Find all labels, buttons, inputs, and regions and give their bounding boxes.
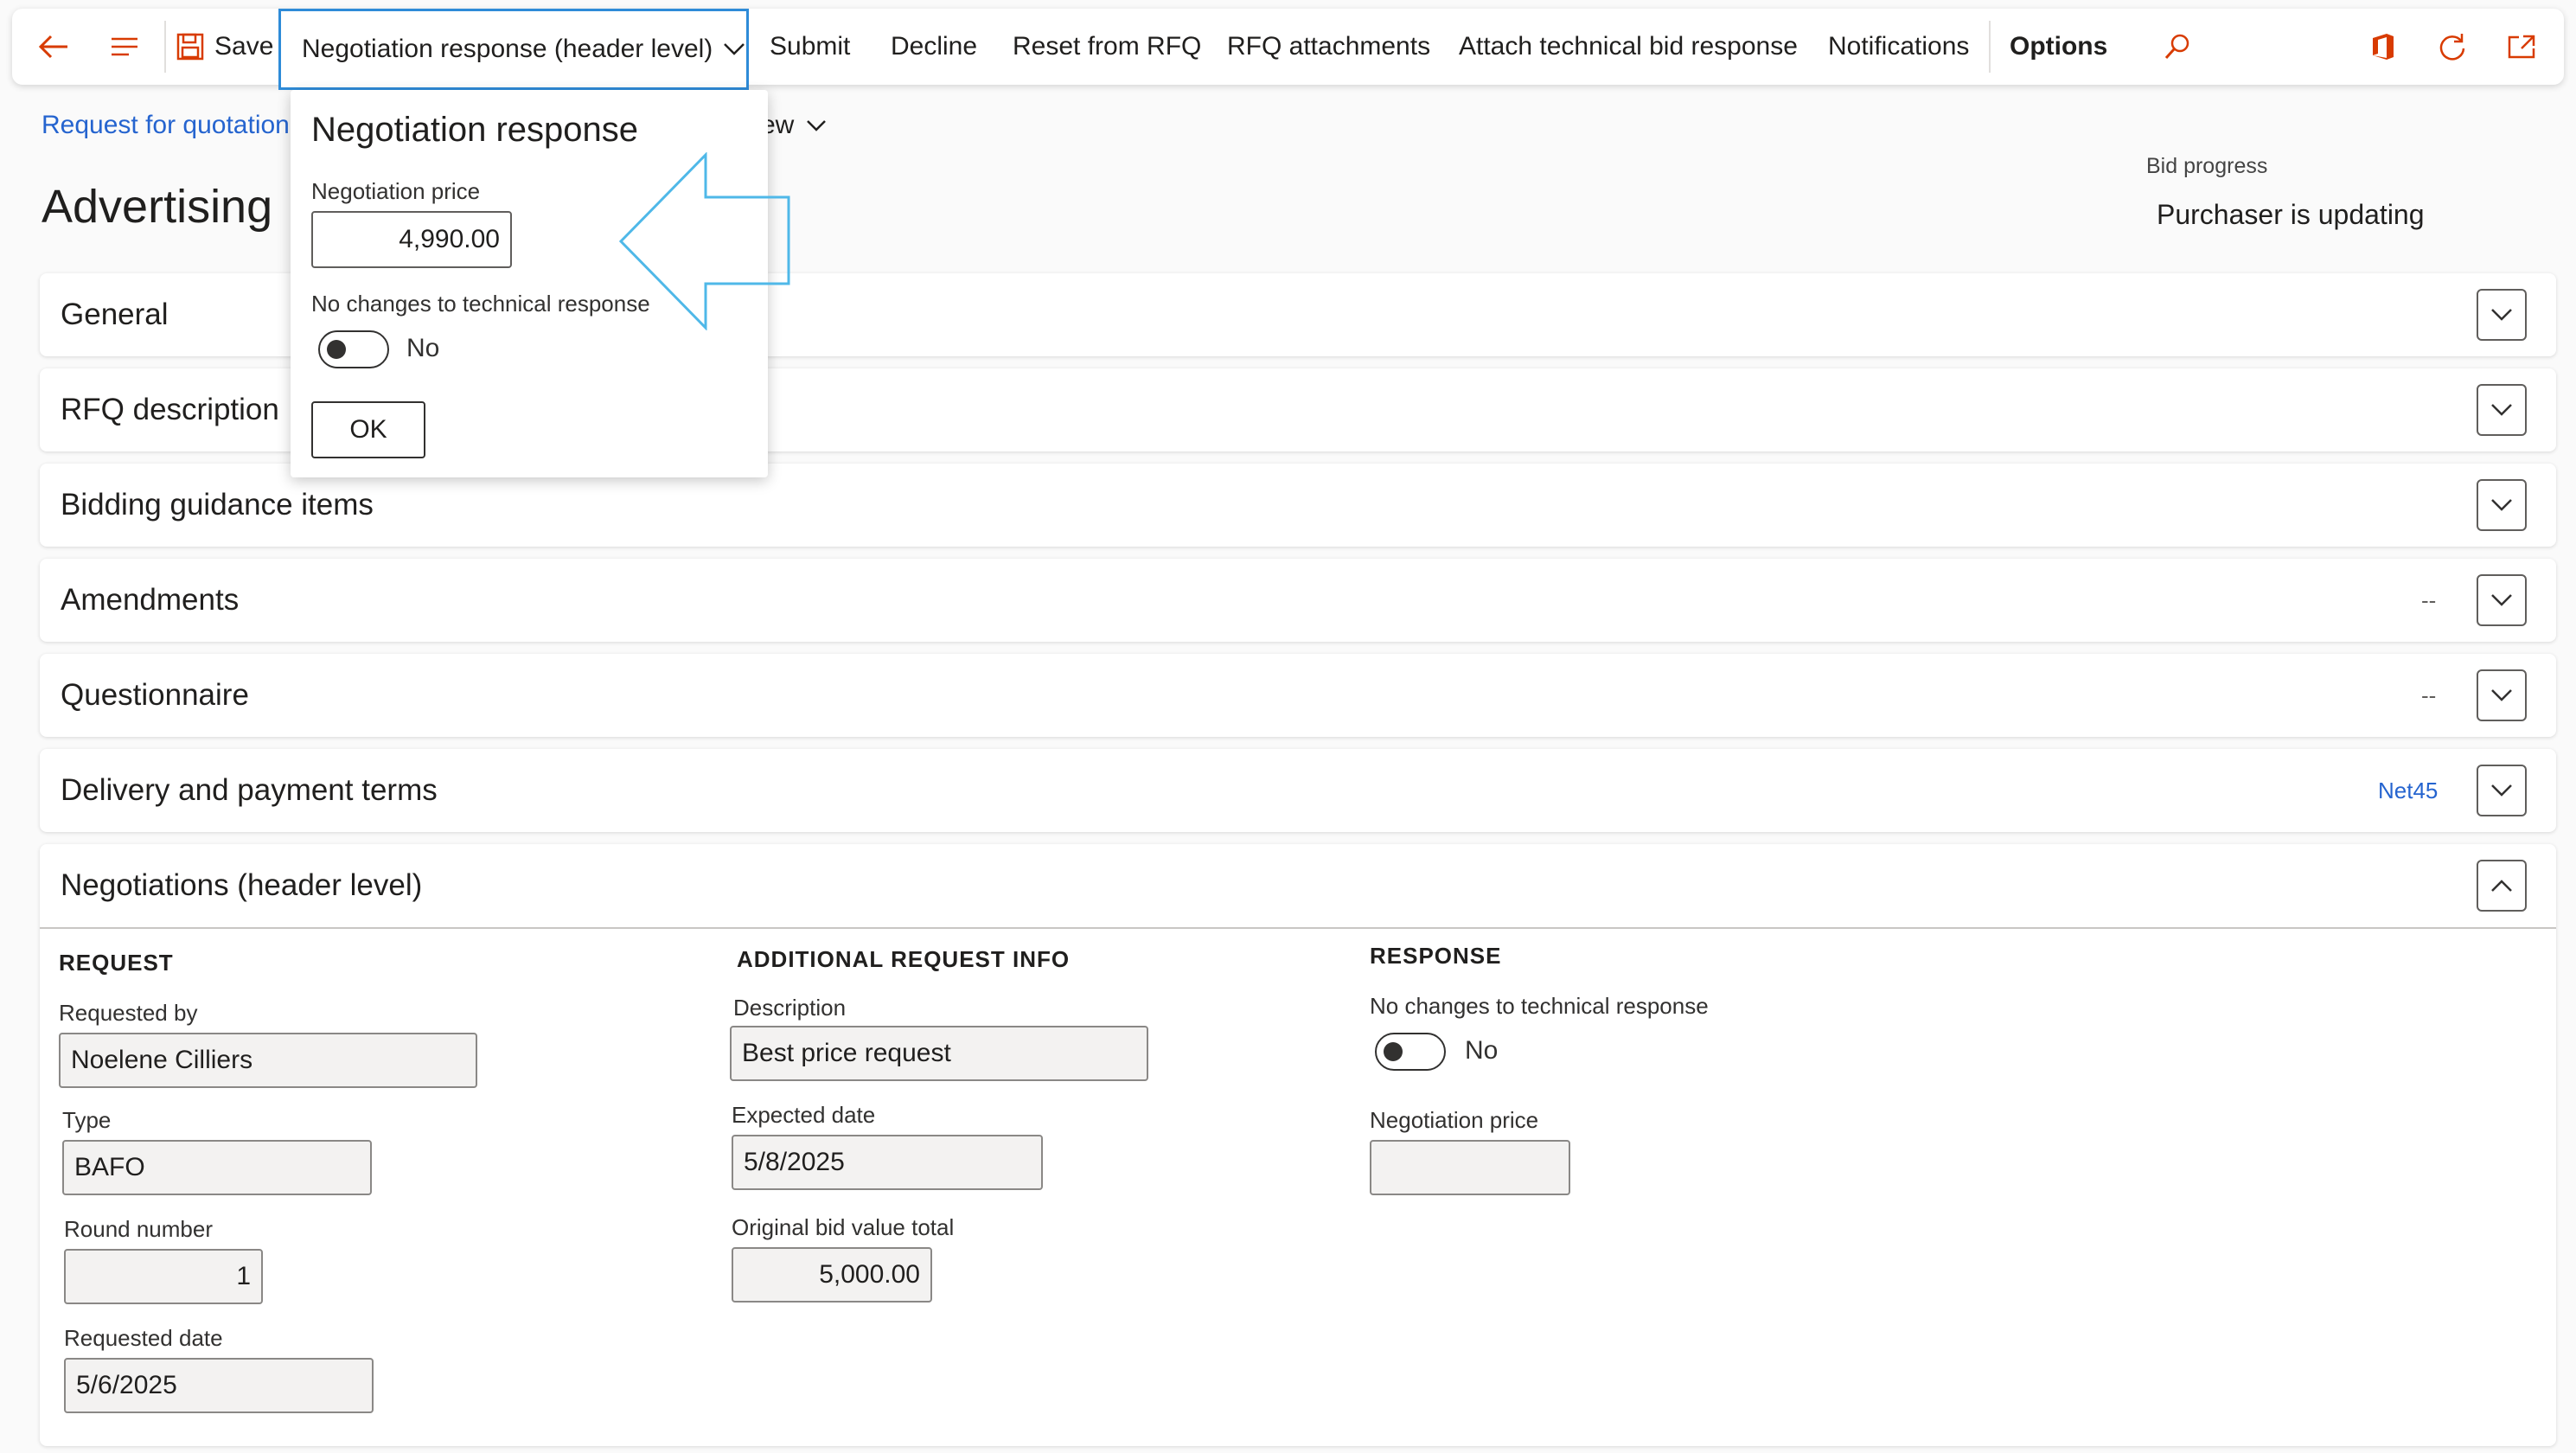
breadcrumb-link[interactable]: Request for quotation [42, 111, 290, 140]
view-menu-button[interactable]: ew [761, 111, 827, 140]
chevron-down-icon [723, 42, 745, 56]
expand-button[interactable] [2477, 574, 2527, 626]
group-title-request: REQUEST [59, 950, 174, 976]
round-number-field[interactable]: 1 [64, 1249, 263, 1304]
notifications-button[interactable]: Notifications [1828, 9, 1969, 85]
fasttab-amendments[interactable]: Amendments -- [40, 559, 2556, 642]
expected-date-field[interactable]: 5/8/2025 [732, 1135, 1043, 1190]
requested-by-field[interactable]: Noelene Cilliers [59, 1033, 477, 1088]
negotiation-response-menu-label: Negotiation response (header level) [302, 35, 713, 63]
group-title-response: RESPONSE [1370, 943, 1502, 969]
description-label: Description [733, 995, 847, 1021]
fasttab-questionnaire[interactable]: Questionnaire -- [40, 654, 2556, 737]
toggle-knob [1384, 1042, 1403, 1061]
fasttab-title[interactable]: Negotiations (header level) [61, 844, 422, 927]
expand-button[interactable] [2477, 289, 2527, 341]
negotiation-response-menu-button[interactable]: Negotiation response (header level) [278, 9, 749, 90]
fasttab-title: General [61, 298, 169, 331]
menu-lines-icon[interactable] [99, 9, 150, 85]
open-new-window-icon[interactable] [2497, 9, 2546, 85]
back-arrow-icon[interactable] [28, 9, 80, 85]
rfq-attachments-button[interactable]: RFQ attachments [1227, 9, 1430, 85]
decline-button[interactable]: Decline [891, 9, 977, 85]
flyout-no-changes-toggle-value: No [406, 334, 440, 362]
bid-progress-label: Bid progress [2146, 154, 2268, 178]
flyout-negotiation-price-input[interactable]: 4,990.00 [311, 211, 512, 268]
type-field[interactable]: BAFO [62, 1140, 372, 1195]
chevron-down-icon [2491, 784, 2512, 797]
save-button[interactable]: Save [176, 9, 273, 85]
chevron-down-icon [2491, 594, 2512, 606]
fasttab-title: Delivery and payment terms [61, 773, 438, 807]
description-field[interactable]: Best price request [730, 1026, 1148, 1081]
fasttab-summary-link[interactable]: Net45 [2378, 749, 2438, 832]
chevron-down-icon [806, 119, 827, 131]
no-changes-to-technical-response-label: No changes to technical response [1370, 993, 1709, 1019]
page-title: Advertising [42, 181, 273, 233]
chevron-down-icon [2491, 309, 2512, 321]
flyout-negotiation-price-label: Negotiation price [311, 178, 481, 204]
divider [1989, 21, 1991, 73]
expand-button[interactable] [2477, 479, 2527, 531]
toggle-knob [327, 340, 346, 359]
fasttab-title: Questionnaire [61, 678, 249, 712]
chevron-down-icon [2491, 499, 2512, 511]
negotiation-price-label: Negotiation price [1370, 1107, 1539, 1133]
requested-date-field[interactable]: 5/6/2025 [64, 1358, 374, 1413]
ok-button[interactable]: OK [311, 401, 425, 458]
callout-arrow-icon [619, 152, 790, 330]
negotiation-price-field[interactable] [1370, 1140, 1570, 1195]
fasttab-negotiations-header-level: Negotiations (header level) REQUEST Requ… [40, 844, 2556, 1446]
bid-progress-value: Purchaser is updating [2157, 199, 2425, 230]
fasttab-title: RFQ description [61, 393, 279, 426]
no-changes-toggle[interactable] [1375, 1033, 1446, 1071]
attach-technical-bid-response-button[interactable]: Attach technical bid response [1459, 9, 1798, 85]
divider [164, 21, 166, 73]
chevron-down-icon [2491, 404, 2512, 416]
search-icon[interactable] [2151, 9, 2203, 85]
chevron-up-icon [2491, 880, 2512, 892]
flyout-no-changes-toggle[interactable] [318, 330, 389, 368]
collapse-button[interactable] [2477, 860, 2527, 912]
expand-button[interactable] [2477, 384, 2527, 436]
round-number-label: Round number [64, 1216, 213, 1242]
expand-button[interactable] [2477, 765, 2527, 816]
group-title-additional-request-info: ADDITIONAL REQUEST INFO [737, 946, 1071, 972]
type-label: Type [62, 1107, 112, 1133]
fasttab-delivery-and-payment-terms[interactable]: Delivery and payment terms Net45 [40, 749, 2556, 832]
reset-from-rfq-button[interactable]: Reset from RFQ [1013, 9, 1201, 85]
fasttab-title: Amendments [61, 583, 240, 617]
expand-button[interactable] [2477, 669, 2527, 721]
no-changes-toggle-value: No [1465, 1036, 1499, 1065]
options-tab[interactable]: Options [2010, 9, 2107, 85]
requested-date-label: Requested date [64, 1325, 223, 1351]
flyout-no-changes-label: No changes to technical response [311, 291, 650, 317]
save-icon [176, 33, 204, 61]
save-label: Save [214, 32, 274, 61]
chevron-down-icon [2491, 689, 2512, 701]
original-bid-value-total-label: Original bid value total [732, 1214, 955, 1240]
submit-button[interactable]: Submit [770, 9, 850, 85]
refresh-icon[interactable] [2428, 9, 2477, 85]
divider [40, 927, 2556, 929]
original-bid-value-total-field[interactable]: 5,000.00 [732, 1247, 932, 1303]
flyout-title: Negotiation response [311, 111, 639, 149]
fasttab-summary: -- [2421, 682, 2437, 708]
office-icon[interactable] [2359, 9, 2407, 85]
expected-date-label: Expected date [732, 1102, 876, 1128]
requested-by-label: Requested by [59, 1000, 198, 1026]
fasttab-summary: -- [2421, 586, 2437, 613]
